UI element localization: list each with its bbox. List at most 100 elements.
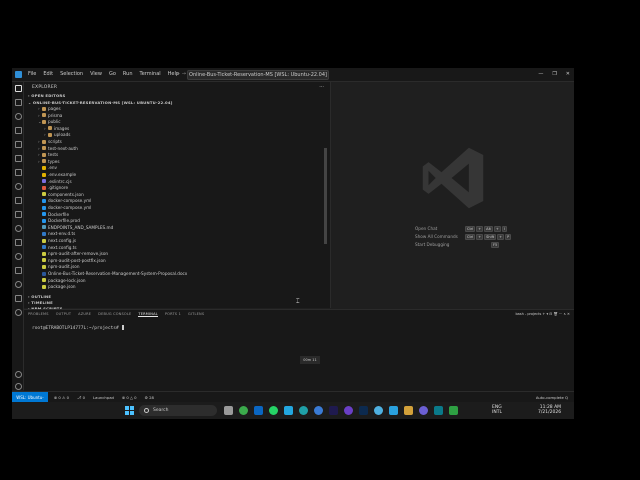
extensions-icon[interactable]	[15, 141, 22, 148]
workspace-section[interactable]: ⌄ ONLINE-BUS-TICKET-RESERVATION-MS [WSL:…	[28, 100, 173, 105]
file-explorer-icon[interactable]	[374, 406, 383, 415]
tree-item[interactable]: npm-audit-post-postfix.json	[38, 258, 106, 264]
minimize-icon[interactable]: —	[538, 71, 543, 77]
tree-item[interactable]: npm-audit-after-remove.json	[38, 251, 108, 257]
status-ports[interactable]: ⎇ 0	[77, 395, 85, 400]
timeline-section[interactable]: › TIMELINE	[28, 300, 53, 305]
gitlens-icon[interactable]	[15, 239, 22, 246]
tree-item[interactable]: package-lock.json	[38, 278, 86, 284]
status-gitlens[interactable]: ⊗ 0 △ 0	[122, 395, 137, 400]
tab-gitlens[interactable]: GITLENS	[188, 312, 204, 317]
tree-item[interactable]: › uploads	[44, 132, 70, 138]
tree-item[interactable]: components.json	[38, 192, 84, 198]
back-arrow-icon[interactable]: ←	[176, 71, 180, 77]
tab-problems[interactable]: PROBLEMS	[28, 312, 49, 317]
taskbar-clock[interactable]: 11:28 AM 7/21/2026	[538, 405, 561, 415]
manage-gear-icon[interactable]	[15, 383, 22, 390]
status-extensions[interactable]: ⚙ 28	[145, 395, 154, 400]
tree-item[interactable]: .eslintrc.cjs	[38, 179, 72, 185]
chat-icon[interactable]	[15, 281, 22, 288]
photoshop-icon[interactable]	[359, 406, 368, 415]
tree-item[interactable]: .env.example	[38, 172, 76, 178]
tree-item[interactable]: › test-next-auth	[38, 146, 78, 152]
command-center-search[interactable]: Online-Bus-Ticket-Reservation-MS [WSL: U…	[187, 70, 329, 80]
docker-icon[interactable]	[15, 183, 22, 190]
tree-item[interactable]: Online-Bus-Ticket-Reservation-Management…	[38, 271, 187, 277]
forward-arrow-icon[interactable]: →	[182, 71, 186, 77]
menu-terminal[interactable]: Terminal	[140, 71, 161, 77]
task-view-icon[interactable]	[224, 406, 233, 415]
terminal-icon[interactable]	[434, 406, 443, 415]
copilot-icon[interactable]	[15, 253, 22, 260]
menu-edit[interactable]: Edit	[43, 71, 53, 77]
app-icon-2[interactable]	[404, 406, 413, 415]
tab-debug-console[interactable]: DEBUG CONSOLE	[98, 312, 131, 317]
outline-section[interactable]: › OUTLINE	[28, 294, 51, 299]
tree-item[interactable]: › types	[38, 159, 60, 165]
pull-requests-icon[interactable]	[15, 309, 22, 316]
source-control-icon[interactable]	[15, 113, 22, 120]
azure-icon[interactable]	[15, 211, 22, 218]
live-share-icon[interactable]	[15, 267, 22, 274]
tab-terminal[interactable]: TERMINAL	[138, 312, 158, 317]
menu-file[interactable]: File	[28, 71, 36, 77]
windows-start-icon[interactable]	[125, 406, 134, 415]
database-icon[interactable]	[15, 197, 22, 204]
tab-ports[interactable]: PORTS 1	[165, 312, 181, 317]
remote-explorer-icon[interactable]	[15, 155, 22, 162]
tree-item[interactable]: Dockerfile	[38, 212, 69, 218]
tree-item[interactable]: › scripts	[38, 139, 62, 145]
app-icon[interactable]	[344, 406, 353, 415]
menu-run[interactable]: Run	[123, 71, 133, 77]
taskbar-tray[interactable]: ENG INTL	[492, 405, 502, 415]
more-actions-icon[interactable]: ···	[319, 84, 324, 90]
tree-item[interactable]: docker-compose.yml	[38, 205, 91, 211]
run-debug-icon[interactable]	[15, 127, 22, 134]
github-icon[interactable]	[15, 225, 22, 232]
telegram-icon[interactable]	[389, 406, 398, 415]
menu-selection[interactable]: Selection	[60, 71, 83, 77]
tree-item[interactable]: ENDPOINTS_AND_SAMPLES.md	[38, 225, 113, 231]
taskbar-search[interactable]: Search	[139, 405, 217, 416]
browser-icon[interactable]	[314, 406, 323, 415]
edge-icon[interactable]	[299, 406, 308, 415]
remote-indicator[interactable]: WSL: Ubuntu-22.04	[12, 392, 48, 402]
tab-azure[interactable]: AZURE	[78, 312, 91, 317]
tree-item[interactable]: Dockerfile.prod	[38, 218, 80, 224]
vscode-taskbar-icon[interactable]	[284, 406, 293, 415]
search-icon[interactable]	[15, 99, 22, 106]
tree-item[interactable]: › tests	[38, 152, 58, 158]
tree-item[interactable]: package.json	[38, 284, 76, 290]
tree-item[interactable]: › pages	[38, 106, 61, 112]
testing-icon[interactable]	[15, 169, 22, 176]
tree-item[interactable]: › images	[44, 126, 69, 132]
close-icon[interactable]: ✕	[566, 71, 570, 77]
tab-output[interactable]: OUTPUT	[56, 312, 71, 317]
tree-item[interactable]: next.config.js	[38, 238, 76, 244]
linkedin-icon[interactable]	[254, 406, 263, 415]
tree-item[interactable]: next.config.ts	[38, 245, 77, 251]
tree-item[interactable]: › prisma	[38, 113, 62, 119]
premiere-icon[interactable]	[329, 406, 338, 415]
timeline-icon[interactable]	[15, 295, 22, 302]
tree-item[interactable]: .gitignore	[38, 185, 68, 191]
account-icon[interactable]	[15, 371, 22, 378]
tree-item[interactable]: ⌄ public	[38, 119, 61, 125]
terminal-prompt[interactable]: root@ETRABOTLP14777L:~/projects#	[32, 325, 125, 331]
status-right[interactable]: Auto-complete Q	[536, 395, 568, 400]
tree-item[interactable]: .env	[38, 165, 57, 171]
status-launchpad[interactable]: Launchpad	[93, 395, 114, 400]
status-problems[interactable]: ⊗ 0 ⚠ 0	[54, 395, 69, 400]
chrome-icon[interactable]	[239, 406, 248, 415]
menu-view[interactable]: View	[90, 71, 102, 77]
app-icon-4[interactable]	[449, 406, 458, 415]
tree-item[interactable]: docker-compose.yml	[38, 198, 91, 204]
menu-go[interactable]: Go	[109, 71, 116, 77]
explorer-scrollbar[interactable]	[324, 148, 327, 244]
whatsapp-icon[interactable]	[269, 406, 278, 415]
tree-item[interactable]: next-env.d.ts	[38, 231, 75, 237]
restore-icon[interactable]: ❐	[552, 71, 556, 77]
app-icon-3[interactable]	[419, 406, 428, 415]
tree-item[interactable]: npm-audit.json	[38, 264, 79, 270]
open-editors-section[interactable]: › OPEN EDITORS	[28, 93, 65, 98]
